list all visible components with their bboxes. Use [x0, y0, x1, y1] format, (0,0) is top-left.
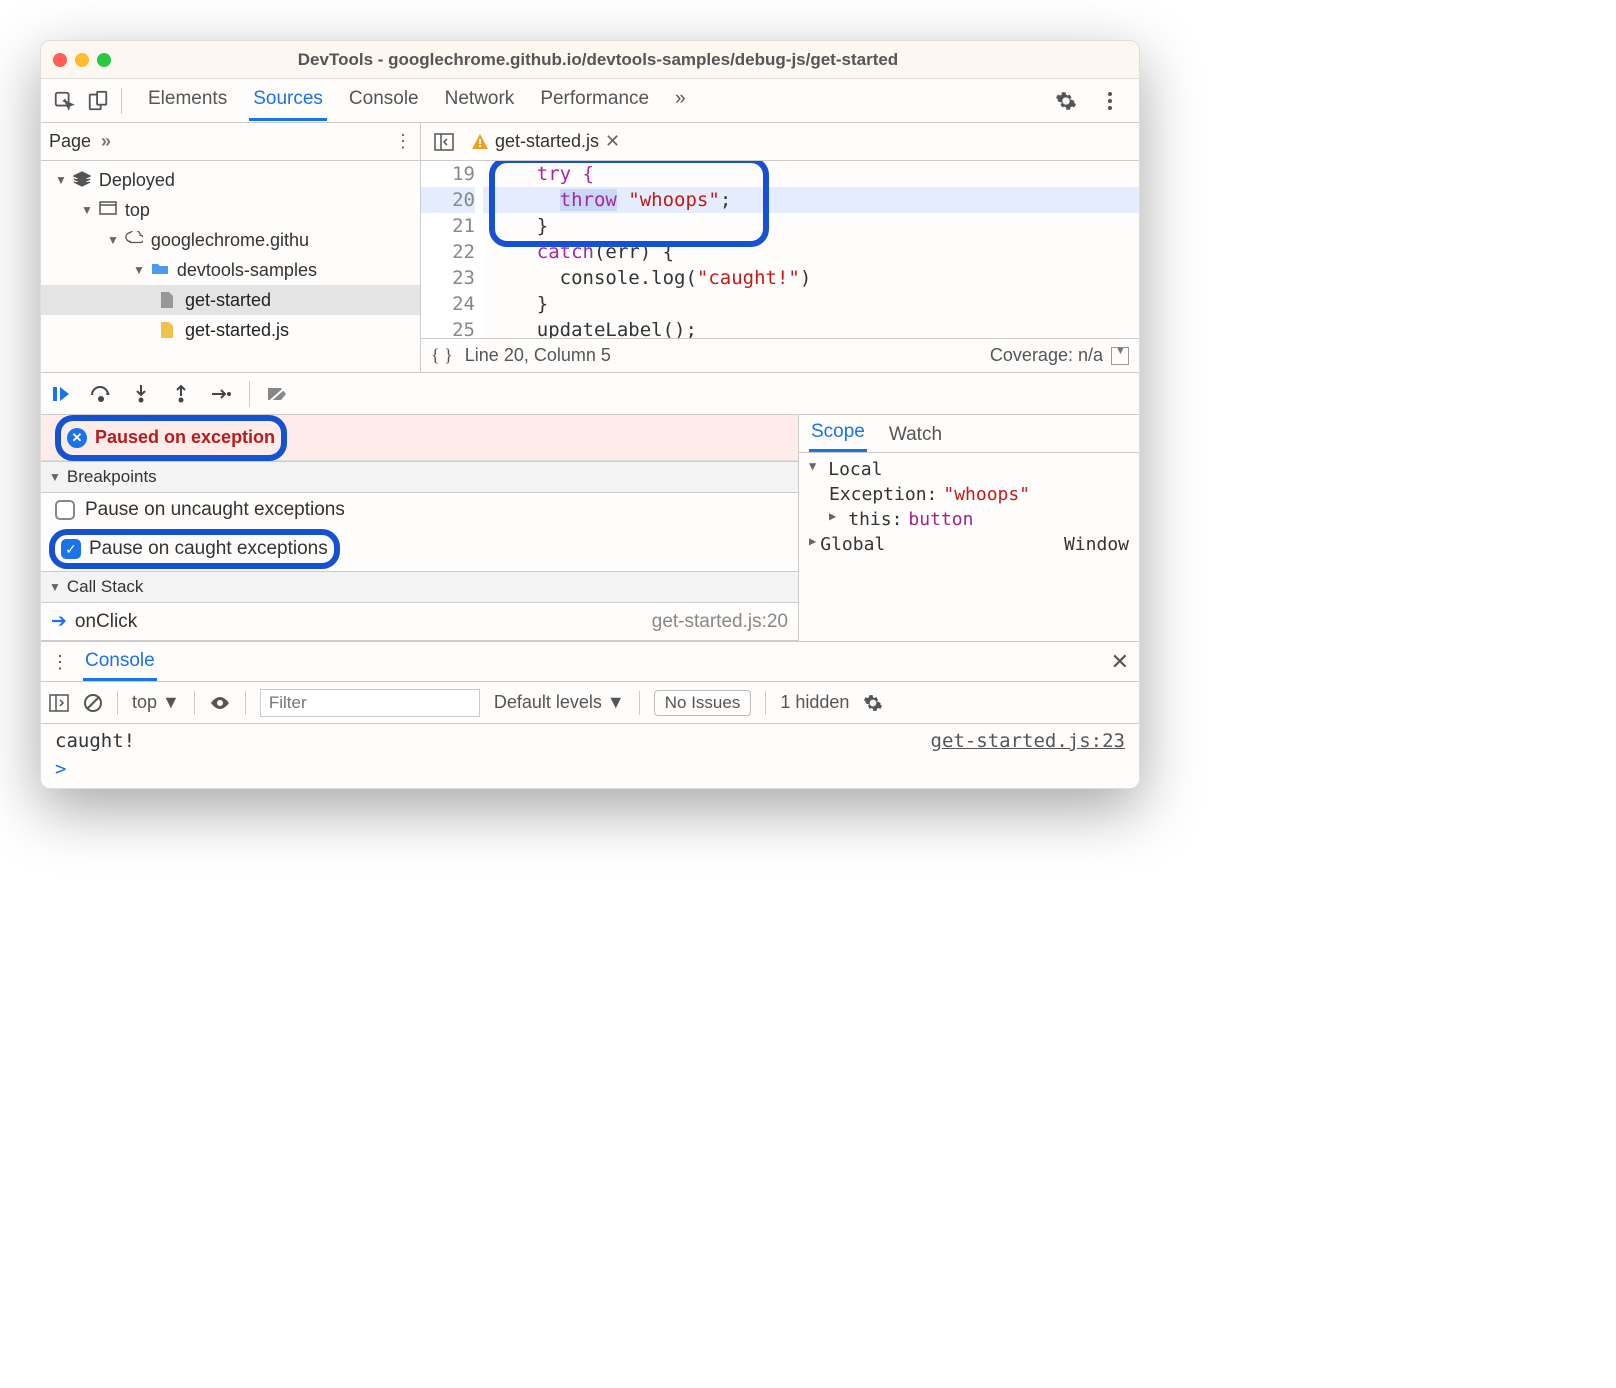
scope-tab[interactable]: Scope	[809, 415, 867, 452]
warning-icon	[471, 133, 489, 151]
pretty-print-icon[interactable]: { }	[431, 345, 453, 366]
breakpoints-header[interactable]: ▼Breakpoints	[41, 461, 798, 493]
main-toolbar: Elements Sources Console Network Perform…	[41, 79, 1139, 123]
console-settings-gear-icon[interactable]	[863, 693, 883, 713]
paused-status-icon: ✕	[67, 428, 87, 448]
tab-sources[interactable]: Sources	[249, 80, 327, 121]
navigator-page-tab[interactable]: Page	[49, 131, 91, 152]
pause-caught-label[interactable]: Pause on caught exceptions	[89, 538, 328, 560]
tree-deployed[interactable]: ▼Deployed	[41, 165, 420, 195]
editor-tab-file[interactable]: get-started.js ✕	[471, 131, 620, 152]
toggle-navigator-icon[interactable]	[431, 129, 457, 155]
console-prompt[interactable]: >	[41, 754, 1139, 784]
zoom-window-icon[interactable]	[97, 53, 111, 67]
console-log-row[interactable]: caught! get-started.js:23	[41, 728, 1139, 754]
step-icon[interactable]	[209, 382, 233, 406]
navigator-menu-icon[interactable]: ⋮	[394, 131, 412, 152]
pause-uncaught-checkbox[interactable]: Pause on uncaught exceptions	[41, 493, 798, 527]
console-log-source-link[interactable]: get-started.js:23	[931, 730, 1125, 752]
console-sidebar-toggle-icon[interactable]	[49, 694, 69, 712]
live-expression-icon[interactable]	[209, 695, 231, 711]
paused-message: Paused on exception	[95, 427, 275, 448]
clear-console-icon[interactable]	[83, 693, 103, 713]
console-filter-input[interactable]	[260, 689, 480, 717]
more-navigator-tabs[interactable]: »	[101, 131, 111, 152]
coverage-label: Coverage: n/a	[990, 345, 1103, 366]
checkbox-checked-icon[interactable]: ✓	[61, 539, 81, 559]
call-stack-header[interactable]: ▼Call Stack	[41, 571, 798, 603]
titlebar: DevTools - googlechrome.github.io/devtoo…	[41, 41, 1139, 79]
minimize-window-icon[interactable]	[75, 53, 89, 67]
tab-elements[interactable]: Elements	[144, 80, 231, 121]
tab-performance[interactable]: Performance	[536, 80, 653, 121]
panel-tabs: Elements Sources Console Network Perform…	[144, 80, 1049, 121]
close-tab-icon[interactable]: ✕	[605, 131, 620, 152]
code-editor[interactable]: 19 20 21 22 23 24 25 try { throw "whoops…	[421, 161, 1139, 338]
drawer-console-tab[interactable]: Console	[83, 644, 157, 681]
tab-console[interactable]: Console	[345, 80, 423, 121]
navigator-pane: Page » ⋮ ▼Deployed ▼top ▼googlechrome.gi…	[41, 123, 421, 372]
current-frame-icon: ➔	[51, 610, 67, 633]
scope-exception: Exception: "whoops"	[799, 482, 1139, 507]
step-over-icon[interactable]	[89, 382, 113, 406]
console-toolbar: top ▼ Default levels ▼ No Issues 1 hidde…	[41, 682, 1139, 724]
close-window-icon[interactable]	[53, 53, 67, 67]
context-selector[interactable]: top ▼	[132, 692, 180, 713]
no-issues-button[interactable]: No Issues	[654, 690, 752, 716]
more-tabs[interactable]: »	[671, 80, 690, 121]
inspect-element-icon[interactable]	[51, 88, 77, 114]
scope-pane: Scope Watch ▼Local Exception: "whoops" ▶…	[799, 415, 1139, 641]
scope-local[interactable]: ▼Local	[799, 457, 1139, 482]
debugger-sidebar: ✕ Paused on exception ▼Breakpoints Pause…	[41, 415, 799, 641]
debugger-toolbar	[41, 373, 1139, 415]
annotation-try-block	[489, 161, 769, 247]
kebab-menu-icon[interactable]	[1097, 88, 1123, 114]
drawer-close-icon[interactable]: ✕	[1111, 649, 1129, 681]
scope-global[interactable]: ▶GlobalWindow	[799, 532, 1139, 557]
annotation-pause-caught: ✓ Pause on caught exceptions	[49, 529, 340, 569]
settings-gear-icon[interactable]	[1053, 88, 1079, 114]
tree-top[interactable]: ▼top	[41, 195, 420, 225]
deactivate-breakpoints-icon[interactable]	[266, 382, 290, 406]
levels-selector[interactable]: Default levels ▼	[494, 692, 625, 713]
drawer-tabs: ⋮ Console ✕	[41, 642, 1139, 682]
resume-icon[interactable]	[49, 382, 73, 406]
file-tree: ▼Deployed ▼top ▼googlechrome.githu ▼devt…	[41, 161, 420, 349]
devtools-window: DevTools - googlechrome.github.io/devtoo…	[40, 40, 1140, 789]
step-into-icon[interactable]	[129, 382, 153, 406]
tree-folder[interactable]: ▼devtools-samples	[41, 255, 420, 285]
drawer-menu-icon[interactable]: ⋮	[51, 652, 69, 681]
watch-tab[interactable]: Watch	[887, 418, 944, 452]
coverage-toggle-icon[interactable]: ▼	[1111, 347, 1129, 365]
device-toolbar-icon[interactable]	[85, 88, 111, 114]
tree-file-js[interactable]: get-started.js	[41, 315, 420, 345]
cursor-position: Line 20, Column 5	[465, 345, 611, 366]
step-out-icon[interactable]	[169, 382, 193, 406]
annotation-paused: ✕ Paused on exception	[55, 415, 287, 461]
checkbox-unchecked-icon	[55, 500, 75, 520]
editor-pane: get-started.js ✕ 19 20 21 22 23 24 25 tr…	[421, 123, 1139, 372]
tree-file-html[interactable]: get-started	[41, 285, 420, 315]
window-title: DevTools - googlechrome.github.io/devtoo…	[125, 50, 1127, 70]
hidden-count: 1 hidden	[780, 692, 849, 713]
tree-origin[interactable]: ▼googlechrome.githu	[41, 225, 420, 255]
scope-this[interactable]: ▶this: button	[799, 507, 1139, 532]
call-stack-frame[interactable]: ➔ onClick get-started.js:20	[41, 603, 798, 641]
tab-network[interactable]: Network	[441, 80, 519, 121]
traffic-lights	[53, 53, 111, 67]
console-body: caught! get-started.js:23 >	[41, 724, 1139, 788]
